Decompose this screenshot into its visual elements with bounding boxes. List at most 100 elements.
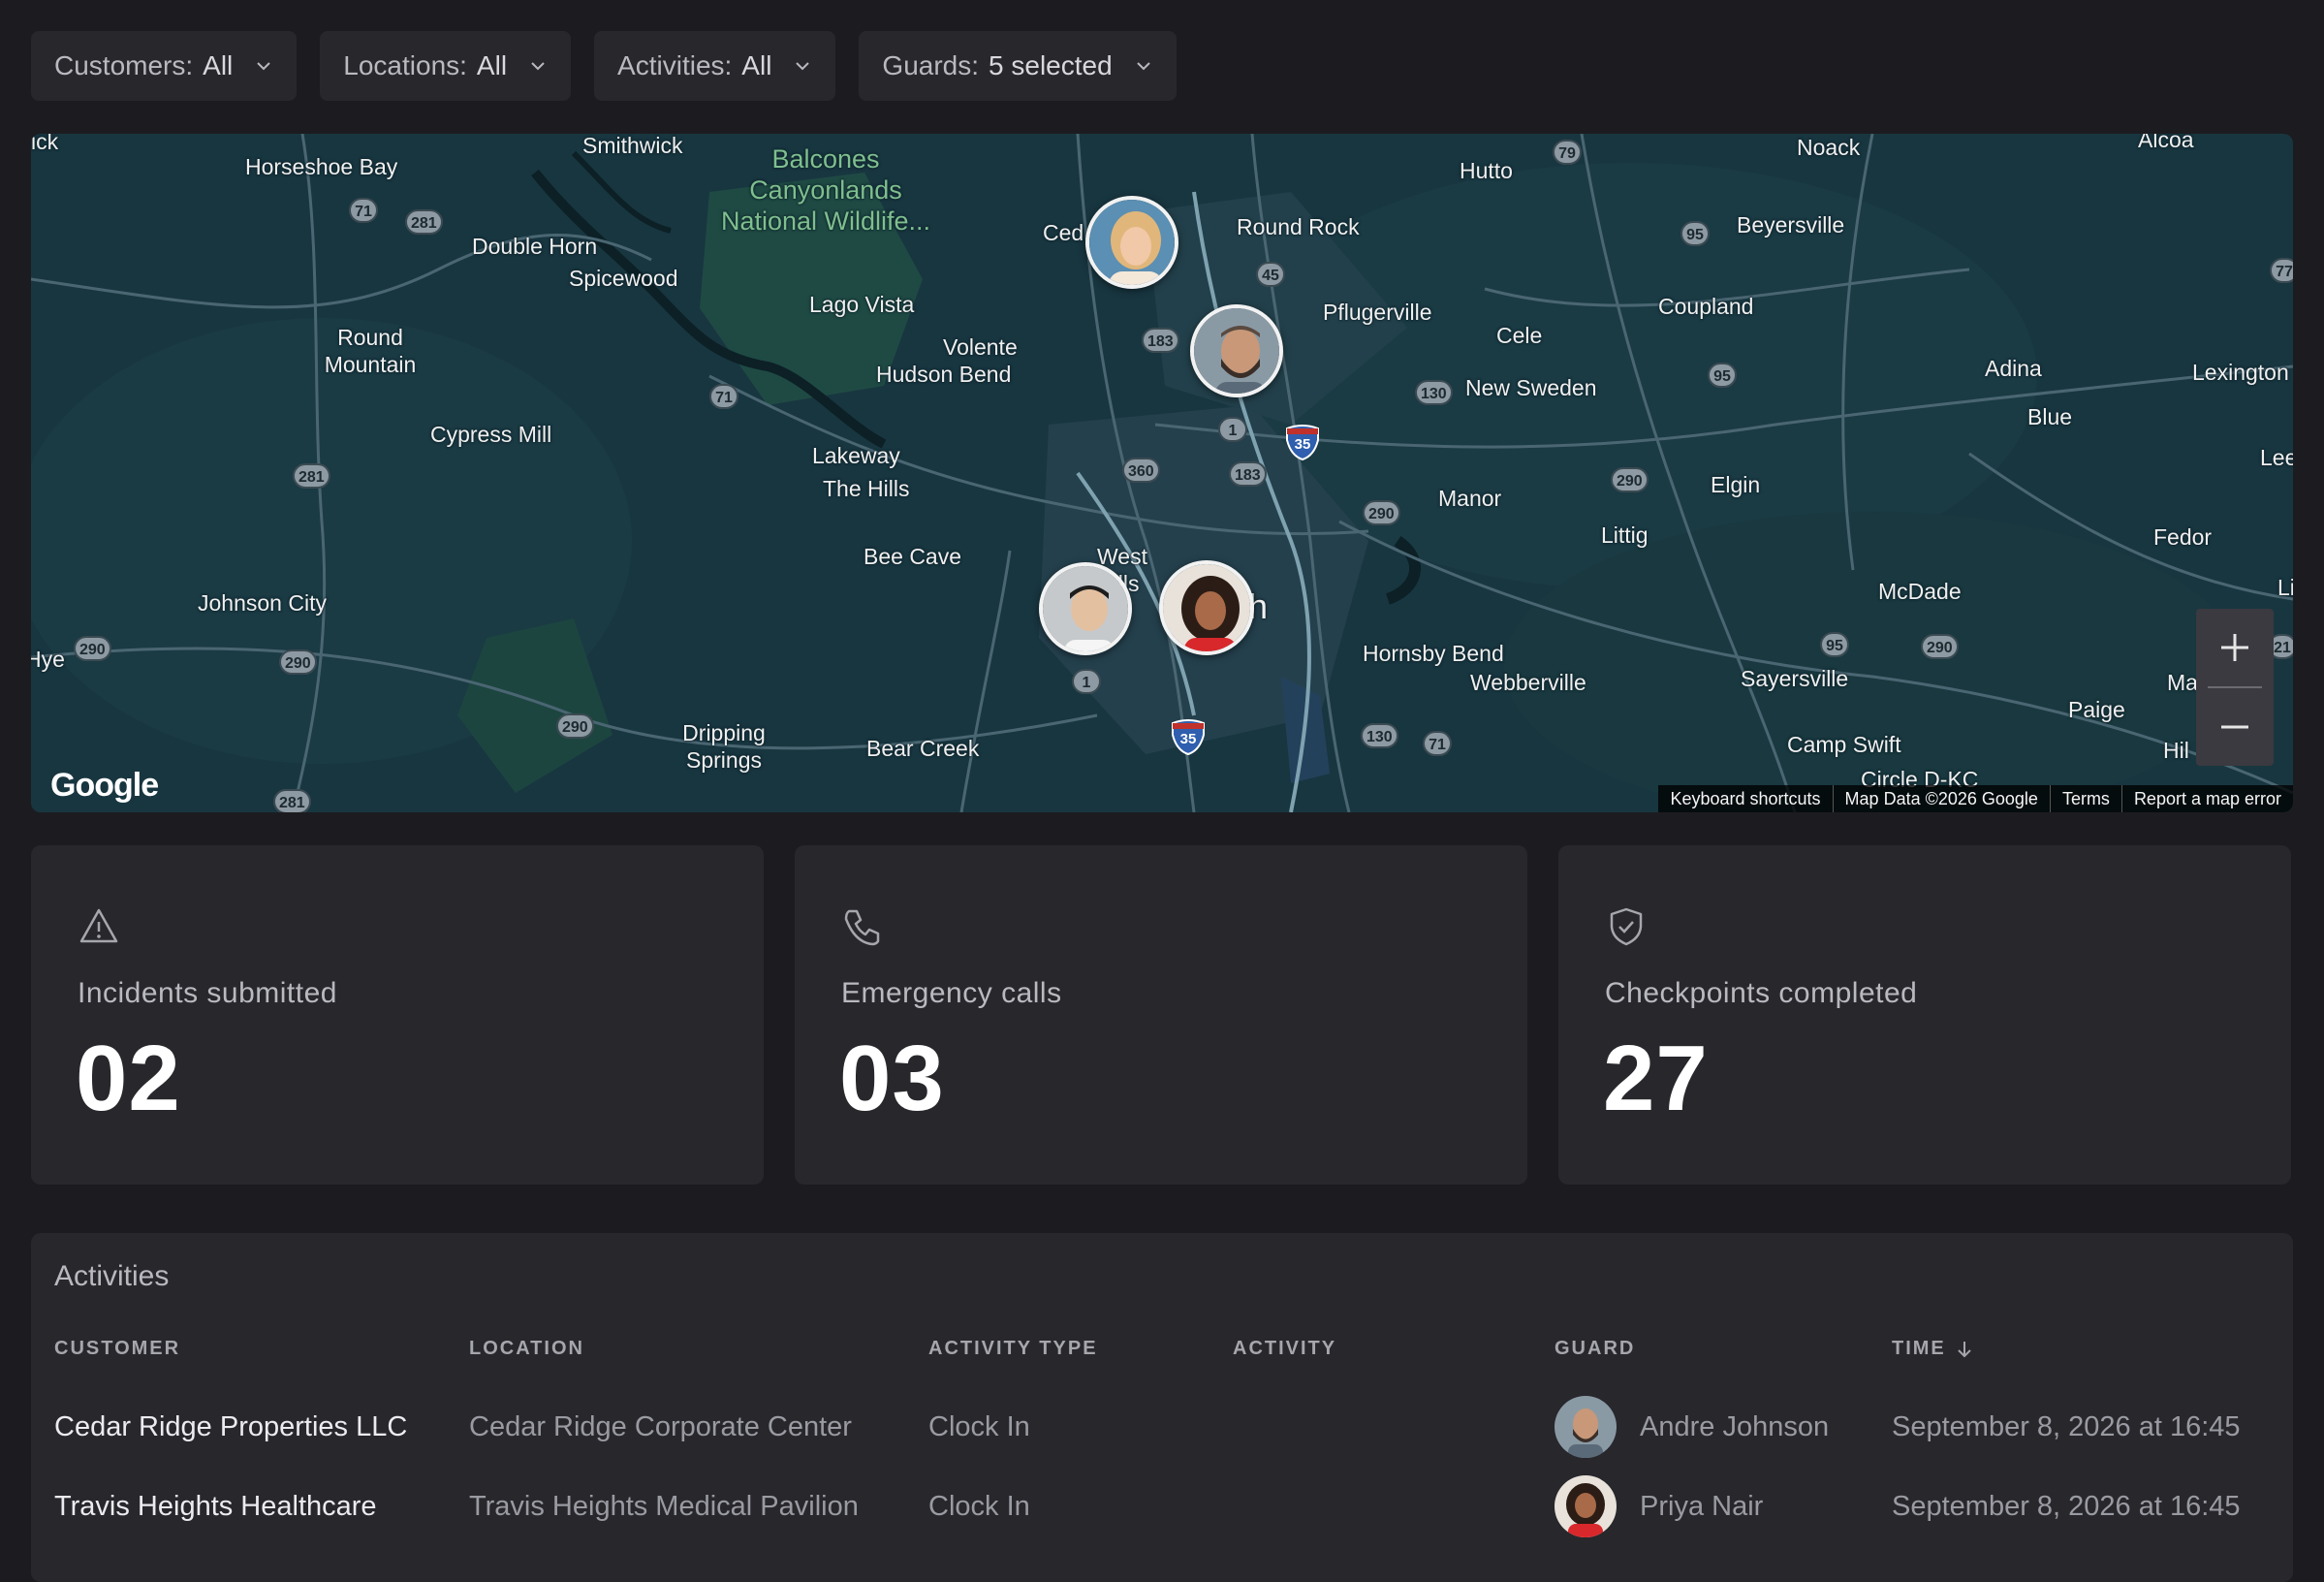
column-header-location[interactable]: LOCATION [469, 1338, 584, 1360]
emergency-calls-card[interactable]: Emergency calls 03 [795, 845, 1527, 1185]
route-shield: 290 [1921, 634, 1959, 659]
place-label-sayersville: Sayersville [1741, 666, 1849, 691]
route-shield: 71 [709, 384, 738, 409]
place-label-pflugerville: Pflugerville [1323, 300, 1432, 325]
arrow-down-icon [1958, 1341, 1971, 1357]
chevron-down-icon [528, 56, 548, 76]
column-header-time[interactable]: TIME [1892, 1338, 1973, 1360]
avatar [1555, 1396, 1617, 1458]
place-label-adina: Adina [1985, 356, 2042, 381]
zoom-out-button[interactable] [2196, 688, 2274, 766]
place-label-smithwick: Smithwick [582, 134, 683, 158]
cell-location: Cedar Ridge Corporate Center [469, 1411, 852, 1442]
route-shield: 130 [1415, 380, 1453, 405]
place-label-hudson-bend: Hudson Bend [876, 362, 1012, 387]
chevron-down-icon [1134, 56, 1153, 76]
incidents-card[interactable]: Incidents submitted 02 [31, 845, 764, 1185]
place-label-johnson-city: Johnson City [198, 590, 327, 616]
locations-filter-label: Locations: [343, 50, 467, 80]
place-label-lago-vista: Lago Vista [809, 292, 915, 317]
guard-marker-avatar[interactable] [1159, 560, 1254, 655]
locations-filter[interactable]: Locations: All [320, 31, 572, 101]
place-label-double-horn: Double Horn [472, 234, 598, 259]
checkpoints-label: Checkpoints completed [1605, 977, 1918, 1009]
place-label-beyersville: Beyersville [1737, 212, 1845, 237]
place-label-blue: Blue [2027, 404, 2073, 429]
guard-marker-avatar[interactable] [1190, 304, 1283, 397]
cell-activity-type: Clock In [928, 1491, 1030, 1522]
route-shield: 1 [1072, 669, 1101, 694]
incidents-label: Incidents submitted [78, 977, 337, 1009]
cell-location: Travis Heights Medical Pavilion [469, 1491, 859, 1522]
interstate-label: 35 [1179, 731, 1197, 747]
chevron-down-icon [254, 56, 273, 76]
column-header-activity-type[interactable]: ACTIVITY TYPE [928, 1338, 1098, 1360]
customers-filter[interactable]: Customers: All [31, 31, 298, 101]
plus-icon [2221, 634, 2248, 661]
minus-icon [2221, 725, 2248, 729]
place-label-lee: Lee [2260, 445, 2293, 470]
place-label-hil: Hil [2163, 738, 2189, 763]
place-label-spicewood: Spicewood [569, 266, 678, 291]
place-label-lexington: Lexington [2192, 360, 2289, 385]
column-header-customer[interactable]: CUSTOMER [54, 1338, 180, 1360]
guard-marker-avatar[interactable] [1039, 562, 1132, 655]
report-map-error-link[interactable]: Report a map error [2122, 785, 2293, 812]
column-header-guard[interactable]: GUARD [1555, 1338, 1635, 1360]
place-label-elgin: Elgin [1711, 472, 1761, 497]
keyboard-shortcuts-link[interactable]: Keyboard shortcuts [1658, 785, 1834, 812]
customers-filter-label: Customers: [54, 50, 194, 80]
route-shield: 130 [1361, 723, 1398, 748]
cell-guard-name: Priya Nair [1640, 1491, 1764, 1522]
route-shield: 45 [1256, 262, 1285, 287]
route-shield: 183 [1229, 461, 1267, 487]
activities-filter[interactable]: Activities: All [594, 31, 836, 101]
place-label-horseshoe-bay: Horseshoe Bay [245, 154, 398, 179]
place-label-round-mountain: Round Mountain [324, 325, 417, 377]
guards-filter[interactable]: Guards: 5 selected [859, 31, 1177, 101]
cell-time: September 8, 2026 at 16:45 [1892, 1491, 2241, 1522]
zoom-in-button[interactable] [2196, 609, 2274, 686]
cell-customer: Cedar Ridge Properties LLC [54, 1411, 408, 1442]
filter-bar: Customers: All Locations: All Activities… [31, 31, 1177, 101]
place-label-coupland: Coupland [1658, 294, 1754, 319]
place-label-littig: Littig [1601, 522, 1649, 548]
place-label-cele: Cele [1496, 323, 1543, 348]
column-header-activity[interactable]: ACTIVITY [1233, 1338, 1336, 1360]
route-shield: 183 [1142, 328, 1179, 353]
activities-title: Activities [54, 1260, 170, 1292]
route-shield: 71 [1423, 731, 1452, 756]
activities-filter-value: All [741, 50, 772, 80]
route-shield: 281 [273, 789, 311, 812]
guard-map[interactable]: ick Horseshoe Bay Smithwick Balcones Can… [31, 134, 2293, 812]
locations-filter-value: All [476, 50, 508, 80]
place-label-alcoa: Alcoa [2138, 134, 2194, 152]
column-header-time-label: TIME [1892, 1338, 1946, 1359]
place-label-ick: ick [31, 134, 59, 154]
chevron-down-icon [793, 56, 812, 76]
checkpoints-card[interactable]: Checkpoints completed 27 [1558, 845, 2291, 1185]
place-label-li: Li [2277, 575, 2293, 600]
interstate-shield: 35 [1285, 425, 1320, 461]
place-label-fedor: Fedor [2153, 524, 2213, 550]
emergency-calls-value: 03 [839, 1027, 945, 1130]
route-shield: 281 [293, 463, 330, 489]
place-label-noack: Noack [1797, 135, 1861, 160]
incidents-value: 02 [76, 1027, 181, 1130]
route-shield: 290 [556, 713, 594, 739]
place-label-mcdade: McDade [1878, 579, 1962, 604]
place-label-camp-swift: Camp Swift [1787, 732, 1901, 757]
route-shield: 77 [2270, 258, 2293, 283]
cell-customer: Travis Heights Healthcare [54, 1491, 377, 1522]
interstate-label: 35 [1294, 436, 1311, 453]
terms-link[interactable]: Terms [2051, 785, 2122, 812]
place-label-bee-cave: Bee Cave [864, 544, 962, 569]
google-logo: Google [50, 767, 159, 804]
place-label-dripping-springs: Dripping Springs [682, 720, 766, 773]
route-shield: 290 [1611, 467, 1649, 492]
guard-marker-avatar[interactable] [1085, 196, 1178, 289]
route-shield: 95 [1708, 363, 1737, 388]
map-attribution: Keyboard shortcuts Map Data ©2026 Google… [1658, 785, 2293, 812]
route-shield: 290 [1363, 500, 1400, 525]
shield-check-icon [1610, 907, 1643, 946]
